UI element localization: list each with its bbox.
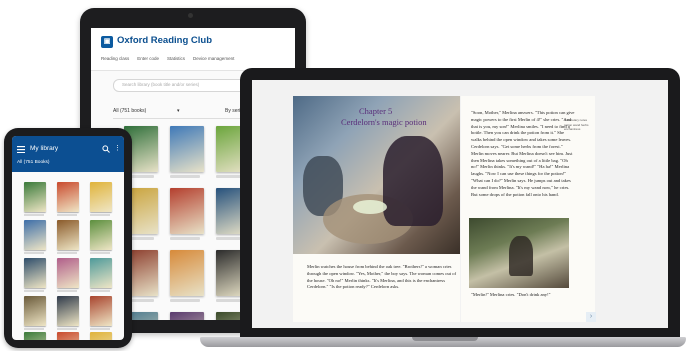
app-logo-icon: ▣: [101, 36, 113, 48]
tablet-camera: [188, 13, 193, 18]
book-meta-bar: [24, 328, 44, 330]
illustration-potion-glow: [353, 200, 387, 214]
book-meta-bar: [90, 290, 110, 292]
book-meta-bar: [24, 252, 44, 254]
book-cover[interactable]: [24, 182, 46, 212]
laptop-notch: [412, 337, 478, 341]
book-cover[interactable]: [90, 258, 112, 288]
phone-filter-dropdown[interactable]: All (751 Books): [17, 160, 50, 165]
app-title: Oxford Reading Club: [117, 35, 212, 46]
book-meta-bar: [170, 299, 200, 302]
book-meta-bar: [90, 328, 110, 330]
book-cover[interactable]: [170, 250, 204, 296]
book-meta-bar: [170, 175, 200, 178]
phone-app-title: My library: [30, 145, 59, 152]
search-icon[interactable]: [102, 145, 110, 153]
book-cover[interactable]: [57, 258, 79, 288]
page-right-text: "Soon, Mother," Merlina answers. "This p…: [471, 110, 575, 197]
tablet-nav: Reading class Enter code Statistics Devi…: [101, 56, 234, 61]
phone-device: My library ⋮ All (751 Books): [4, 128, 132, 348]
book-cover[interactable]: [57, 332, 79, 340]
side-notes: Vocabulary notes potion wand herbs encha…: [564, 118, 589, 132]
phone-screen: My library ⋮ All (751 Books): [12, 136, 124, 340]
book-cover[interactable]: [90, 220, 112, 250]
book-meta-bar: [90, 252, 110, 254]
illustration-figure: [383, 136, 443, 226]
book-cover[interactable]: [57, 296, 79, 326]
phone-app-bar: My library ⋮ All (751 Books): [12, 136, 124, 172]
book-cover[interactable]: [90, 332, 112, 340]
page-left-text: Merlin watches the house from behind the…: [307, 264, 457, 290]
book-meta-bar: [24, 214, 44, 216]
book-meta-bar: [57, 328, 77, 330]
menu-icon[interactable]: [17, 146, 25, 153]
book-cover[interactable]: [170, 312, 204, 320]
book-page-left: Chapter 5 Cerdelorn's magic potion Merli…: [293, 96, 460, 322]
book-cover[interactable]: [90, 182, 112, 212]
library-filter-dropdown[interactable]: All (751 books): [113, 108, 146, 114]
nav-item-device-management[interactable]: Device management: [193, 56, 234, 61]
book-cover[interactable]: [170, 126, 204, 172]
next-page-button[interactable]: ›: [586, 312, 596, 322]
book-cover[interactable]: [57, 220, 79, 250]
book-meta-bar: [57, 252, 77, 254]
book-cover[interactable]: [90, 296, 112, 326]
more-options-icon[interactable]: ⋮: [114, 144, 121, 152]
chapter-number: Chapter 5: [359, 106, 393, 116]
book-meta-bar: [57, 290, 77, 292]
search-placeholder: Search library (book title and/or series…: [122, 82, 200, 87]
tablet-header: ▣ Oxford Reading Club Reading class Ente…: [91, 28, 295, 71]
nav-item-enter-code[interactable]: Enter code: [137, 56, 159, 61]
book-meta-bar: [90, 214, 110, 216]
book-meta-bar: [57, 214, 77, 216]
book-cover[interactable]: [57, 182, 79, 212]
page-right-illustration: [469, 218, 569, 288]
chapter-title: Cerdelorn's magic potion: [341, 117, 427, 127]
book-meta-bar: [170, 237, 200, 240]
book-cover[interactable]: [24, 332, 46, 340]
nav-item-reading-class[interactable]: Reading class: [101, 56, 129, 61]
nav-item-statistics[interactable]: Statistics: [167, 56, 185, 61]
book-cover[interactable]: [170, 188, 204, 234]
book-meta-bar: [24, 290, 44, 292]
page-right-bottom-text: "Merlin!" Merlina cries. "Don't drink an…: [471, 292, 551, 297]
chapter-illustration: Chapter 5 Cerdelorn's magic potion: [293, 96, 460, 254]
book-cover[interactable]: [24, 258, 46, 288]
chevron-down-icon[interactable]: ▾: [177, 108, 180, 114]
book-cover[interactable]: [24, 296, 46, 326]
book-cover[interactable]: [24, 220, 46, 250]
laptop-screen: ‹ Chapter 5 Cerdelorn's magic potion Mer…: [252, 80, 668, 328]
illustration-figure: [509, 236, 533, 276]
